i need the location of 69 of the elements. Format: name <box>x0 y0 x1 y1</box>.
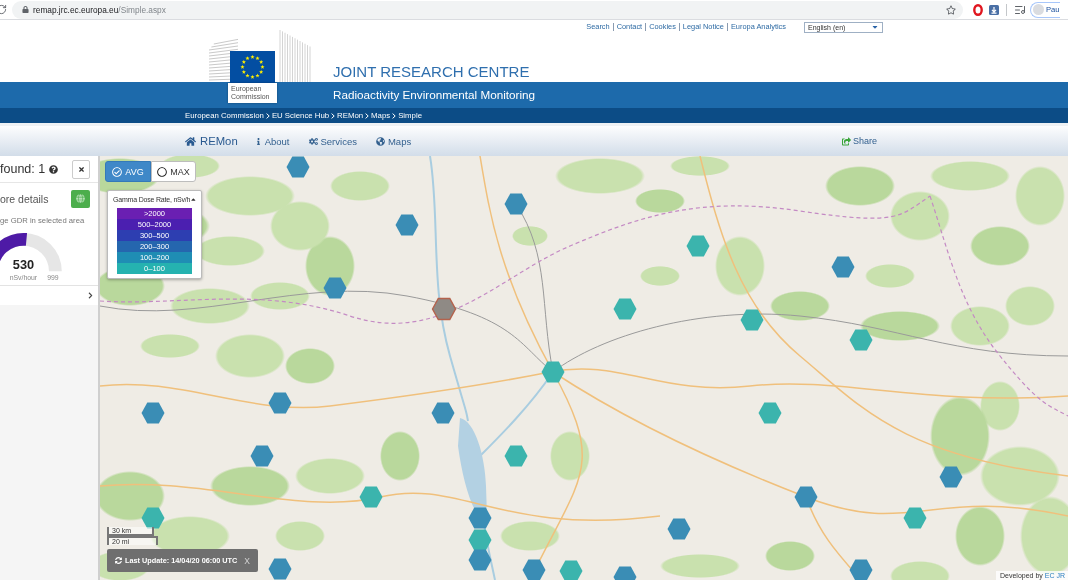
hexagon-marker-icon[interactable] <box>431 297 457 321</box>
hexagon-marker-icon[interactable] <box>468 529 492 551</box>
mode-toggle-button[interactable]: AVG <box>105 161 151 182</box>
logo[interactable] <box>208 30 314 83</box>
playlist-icon[interactable] <box>1014 3 1026 16</box>
caret-down-icon <box>871 23 879 31</box>
hexagon-marker-icon[interactable] <box>141 507 165 529</box>
hexagon-marker-icon[interactable] <box>831 256 855 278</box>
close-icon <box>77 165 85 173</box>
chevron-right-icon <box>365 112 370 119</box>
hexagon-marker-icon[interactable] <box>758 402 782 424</box>
hexagon-marker-icon[interactable] <box>395 214 419 236</box>
globe-icon <box>76 194 85 203</box>
hexagon-marker-icon[interactable] <box>268 558 292 580</box>
address-field[interactable]: remap.jrc.ec.europa.eu/Simple.aspx <box>12 0 963 19</box>
chevron-right-icon <box>392 112 397 119</box>
hexagon-marker-icon[interactable] <box>359 486 383 508</box>
info-icon <box>254 137 262 145</box>
hexagon-marker-icon[interactable] <box>613 566 637 580</box>
lock-icon <box>22 6 29 13</box>
globe-icon <box>375 136 385 146</box>
nav-link[interactable]: About <box>254 135 290 147</box>
caret-up-icon[interactable] <box>191 196 196 203</box>
close-button[interactable] <box>72 159 90 179</box>
chevron-right-icon <box>265 112 270 119</box>
star-icon[interactable] <box>946 4 956 15</box>
home-link[interactable]: REMon <box>185 135 238 147</box>
hexagon-marker-icon[interactable] <box>667 518 691 540</box>
gears-icon <box>308 136 318 146</box>
share-link[interactable]: Share <box>841 136 877 146</box>
hexagon-marker-icon[interactable] <box>559 560 583 580</box>
hexagon-marker-icon[interactable] <box>849 559 873 580</box>
chevron-right-icon <box>331 112 336 119</box>
hexagon-marker-icon[interactable] <box>613 298 637 320</box>
home-icon <box>185 135 196 147</box>
hexagon-marker-icon[interactable] <box>141 402 165 424</box>
hexagon-marker-icon[interactable] <box>504 445 528 467</box>
share-icon <box>841 136 851 146</box>
mode-toggle-button[interactable]: MAX <box>151 161 196 182</box>
hexagon-marker-icon[interactable] <box>522 559 546 580</box>
hexagon-marker-icon[interactable] <box>849 329 873 351</box>
avatar-icon <box>1033 4 1044 15</box>
refresh-icon[interactable] <box>115 557 122 564</box>
hexagon-marker-icon[interactable] <box>686 235 710 257</box>
hexagon-marker-icon[interactable] <box>323 277 347 299</box>
hexagon-marker-icon[interactable] <box>903 507 927 529</box>
gauge-value: 530 <box>12 257 35 273</box>
download-icon[interactable] <box>989 4 999 15</box>
help-icon[interactable] <box>49 164 59 174</box>
hexagon-marker-icon[interactable] <box>431 402 455 424</box>
hexagon-marker-icon[interactable] <box>468 507 492 529</box>
site-title: JOINT RESEARCH CENTRE <box>333 62 531 82</box>
hexagon-marker-icon[interactable] <box>268 392 292 414</box>
hexagon-marker-icon[interactable] <box>740 309 764 331</box>
hexagon-marker-icon[interactable] <box>541 361 565 383</box>
details-heading: ore details <box>0 192 49 205</box>
hexagon-marker-icon[interactable] <box>504 193 528 215</box>
hexagon-marker-icon[interactable] <box>250 445 274 467</box>
site-subtitle: Radioactivity Environmental Monitoring <box>333 87 536 103</box>
details-button[interactable] <box>71 189 90 208</box>
ring-icon[interactable] <box>973 3 983 16</box>
hexagon-marker-icon[interactable] <box>468 549 492 571</box>
hexagon-marker-icon[interactable] <box>794 486 818 508</box>
chevron-right-icon[interactable] <box>87 292 94 299</box>
results-count: found: 1 <box>0 162 46 176</box>
nav-link[interactable]: Maps <box>375 135 412 147</box>
dismiss-button[interactable]: X <box>244 555 250 566</box>
hexagon-marker-icon[interactable] <box>939 466 963 488</box>
nav-link[interactable]: Services <box>308 135 357 147</box>
